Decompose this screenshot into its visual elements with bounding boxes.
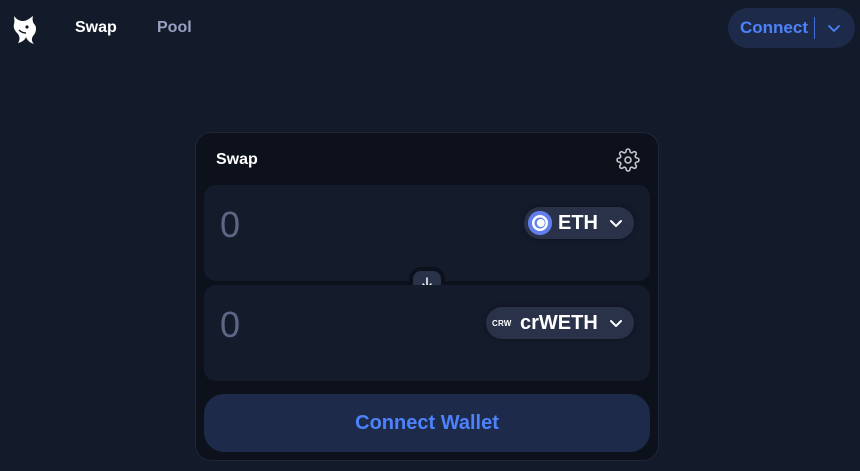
- chevron-down-icon: [608, 315, 624, 331]
- crw-token-icon: CRW: [492, 318, 512, 328]
- output-token-symbol: crWETH: [520, 311, 598, 334]
- connect-wallet-button[interactable]: Connect Wallet: [204, 394, 650, 452]
- connect-divider: [814, 17, 815, 39]
- output-amount-field[interactable]: [220, 305, 470, 345]
- unicorn-logo-icon[interactable]: [8, 12, 40, 46]
- connect-button[interactable]: Connect: [728, 18, 814, 38]
- swap-card: Swap ETH: [195, 132, 659, 461]
- eth-token-icon: [528, 211, 552, 235]
- output-token-selector[interactable]: CRW crWETH: [486, 307, 634, 339]
- output-token-panel: CRW crWETH: [204, 285, 650, 381]
- input-amount-field[interactable]: [220, 205, 470, 245]
- chevron-down-icon: [608, 215, 624, 231]
- chevron-down-icon[interactable]: [815, 8, 853, 48]
- gear-icon[interactable]: [616, 148, 640, 172]
- input-token-selector[interactable]: ETH: [524, 207, 634, 239]
- input-token-symbol: ETH: [558, 211, 598, 234]
- swap-card-title: Swap: [216, 151, 258, 168]
- connect-button-group: Connect: [728, 8, 855, 48]
- top-nav: Swap Pool Connect: [0, 0, 860, 56]
- nav-swap-link[interactable]: Swap: [75, 18, 117, 38]
- nav-pool-link[interactable]: Pool: [157, 18, 192, 38]
